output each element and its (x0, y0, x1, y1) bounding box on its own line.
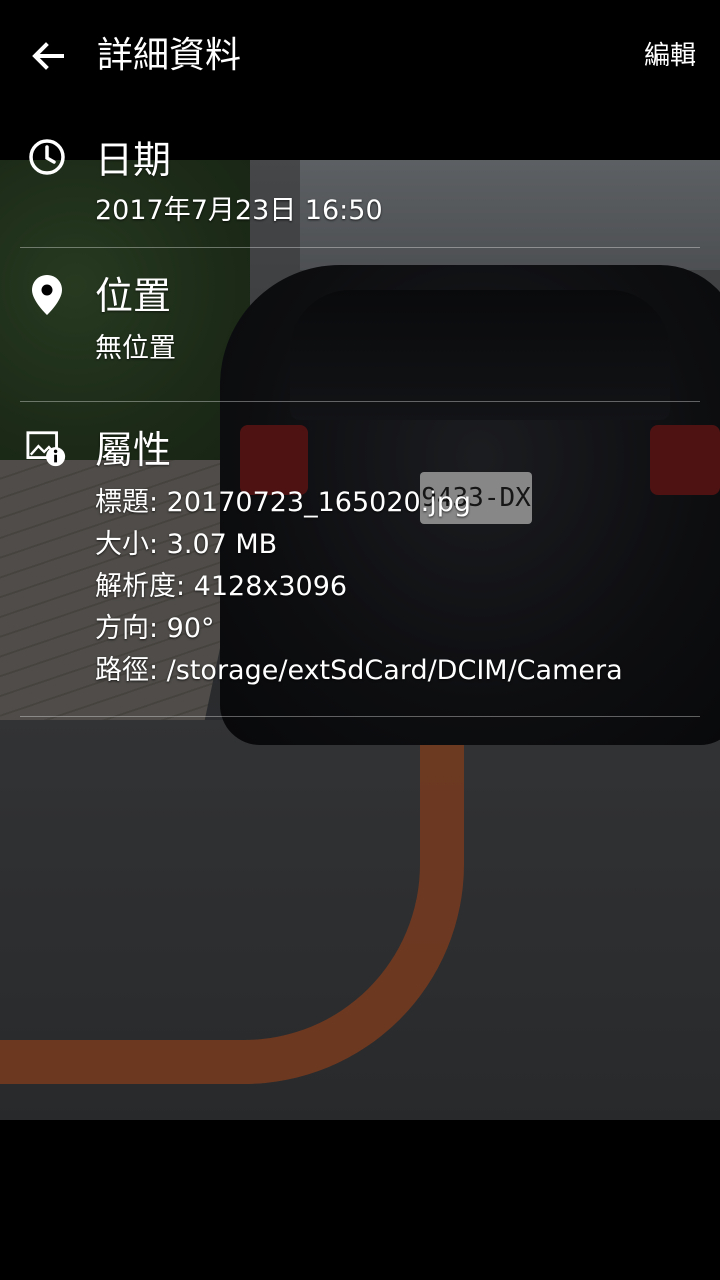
clock-icon (26, 136, 68, 178)
date-section: 日期 2017年7月23日 16:50 (0, 114, 720, 247)
back-button[interactable] (18, 26, 78, 86)
image-info-icon (26, 428, 68, 470)
property-path-line: 路徑: /storage/extSdCard/DCIM/Camera (95, 655, 623, 686)
property-size-line: 大小: 3.07 MB (95, 529, 278, 560)
properties-section: 屬性 標題: 20170723_165020.jpg 大小: 3.07 MB 解… (0, 402, 720, 716)
property-title-line: 標題: 20170723_165020.jpg (95, 487, 472, 518)
edit-button[interactable]: 編輯 (644, 34, 696, 78)
date-title: 日期 (95, 138, 172, 182)
arrow-left-icon (32, 42, 64, 70)
page-title: 詳細資料 (97, 35, 242, 76)
properties-title: 屬性 (95, 428, 172, 472)
location-title: 位置 (95, 274, 172, 318)
top-app-bar: 詳細資料 編輯 (0, 0, 720, 114)
details-screen: 9433-DX 詳細資料 編輯 日期 2017年7月23日 16:50 位置 無… (0, 0, 720, 1280)
details-list: 日期 2017年7月23日 16:50 位置 無位置 屬性 標題: 201707… (0, 114, 720, 717)
divider (20, 716, 700, 717)
location-pin-icon (26, 274, 68, 316)
location-value: 無位置 (95, 333, 176, 364)
property-orientation-line: 方向: 90° (95, 613, 215, 644)
location-section: 位置 無位置 (0, 248, 720, 401)
date-value: 2017年7月23日 16:50 (95, 195, 383, 226)
properties-lines: 標題: 20170723_165020.jpg 大小: 3.07 MB 解析度:… (95, 482, 700, 692)
property-resolution-line: 解析度: 4128x3096 (95, 571, 348, 602)
